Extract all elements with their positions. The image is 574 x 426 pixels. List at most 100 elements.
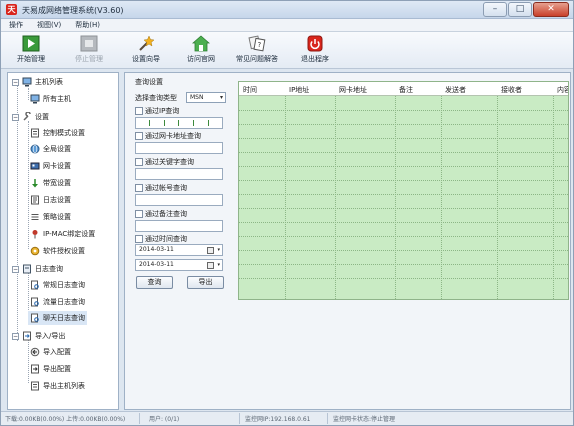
- filter-mac-checkbox[interactable]: 通过网卡地址查询: [135, 131, 201, 141]
- tree-item-traffic-log[interactable]: 流量日志查询: [30, 295, 85, 309]
- tree-item-label: 带宽设置: [43, 179, 71, 187]
- tree-item-nic-settings[interactable]: 网卡设置: [30, 159, 71, 173]
- date-from-value: 2014-03-11: [139, 246, 174, 253]
- settings-page-icon: [31, 128, 39, 138]
- setup-wizard-label: 设置向导: [132, 55, 160, 63]
- filter-ip-label: 通过IP查询: [145, 107, 180, 115]
- tree-item-global-settings[interactable]: 全局设置: [30, 142, 71, 156]
- tree-group-settings[interactable]: − 设置: [12, 110, 49, 124]
- account-input[interactable]: [135, 194, 223, 206]
- collapse-toggle[interactable]: −: [12, 78, 19, 86]
- tree-item-export-config[interactable]: 导出配置: [30, 362, 71, 376]
- tree-item-license-settings[interactable]: 软件授权设置: [30, 244, 85, 258]
- collapse-toggle[interactable]: −: [12, 113, 19, 121]
- tree-item-log-settings[interactable]: 日志设置: [30, 193, 71, 207]
- tree-item-export-host-list[interactable]: 导出主机列表: [30, 379, 85, 393]
- keyword-input[interactable]: [135, 168, 223, 180]
- svg-text:?: ?: [258, 41, 262, 49]
- tree-group-log-query[interactable]: − 日志查询: [12, 262, 63, 276]
- column-header-content[interactable]: 内容: [557, 85, 568, 95]
- tree-item-label: 导入配置: [43, 348, 71, 356]
- checkbox-box[interactable]: [135, 235, 143, 243]
- ip-address-input[interactable]: [135, 117, 223, 129]
- grid-row-divider: [239, 222, 568, 223]
- tree-item-label: 导出主机列表: [43, 382, 85, 390]
- column-header-time[interactable]: 时间: [243, 85, 257, 95]
- column-header-sender[interactable]: 发送者: [445, 85, 466, 95]
- status-users: 用户: (0/1): [149, 416, 180, 423]
- tree-item-label: 常规日志查询: [43, 281, 85, 289]
- note-input[interactable]: [135, 220, 223, 232]
- menu-view[interactable]: 视图(V): [37, 20, 61, 30]
- setup-wizard-button[interactable]: 设置向导: [118, 35, 174, 67]
- start-manage-button[interactable]: 开始管理: [3, 35, 59, 67]
- date-to-value: 2014-03-11: [139, 261, 174, 268]
- status-traffic: 下载:0.00KB(0.00%) 上传:0.00KB(0.00%): [5, 416, 126, 423]
- mac-address-input[interactable]: [135, 142, 223, 154]
- filter-time-checkbox[interactable]: 通过时间查询: [135, 234, 187, 244]
- chevron-down-icon: ▾: [219, 94, 223, 101]
- column-header-receiver[interactable]: 接收者: [501, 85, 522, 95]
- exit-button[interactable]: 退出程序: [287, 35, 343, 67]
- checkbox-box[interactable]: [135, 158, 143, 166]
- tree-item-control-mode[interactable]: 控制模式设置: [30, 126, 85, 140]
- stop-manage-button[interactable]: 停止管理: [61, 35, 117, 67]
- close-button[interactable]: ✕: [533, 2, 569, 17]
- calendar-icon[interactable]: [207, 262, 214, 269]
- query-button[interactable]: 查询: [136, 276, 173, 289]
- faq-label: 常见问题解答: [236, 55, 278, 63]
- visit-website-button[interactable]: 访问官网: [173, 35, 229, 67]
- filter-keyword-label: 通过关键字查询: [145, 158, 194, 166]
- minimize-button[interactable]: –: [483, 2, 507, 17]
- tree-item-label: 控制模式设置: [43, 129, 85, 137]
- collapse-toggle[interactable]: −: [12, 332, 19, 340]
- column-header-note[interactable]: 备注: [399, 85, 413, 95]
- export-icon: [31, 364, 39, 374]
- chat-log-icon: [31, 313, 39, 323]
- grid-row-divider: [239, 110, 568, 111]
- tree-item-ip-mac-binding[interactable]: IP-MAC绑定设置: [30, 227, 95, 241]
- export-button[interactable]: 导出: [187, 276, 224, 289]
- grid-row-divider: [239, 152, 568, 153]
- filter-note-checkbox[interactable]: 通过备注查询: [135, 209, 187, 219]
- tree-item-bandwidth-settings[interactable]: 带宽设置: [30, 176, 71, 190]
- tree-group-import-export[interactable]: − 导入/导出: [12, 329, 65, 343]
- calendar-icon[interactable]: [207, 247, 214, 254]
- grid-column-divider: [497, 96, 498, 299]
- query-type-select[interactable]: MSN ▾: [186, 92, 226, 103]
- filter-keyword-checkbox[interactable]: 通过关键字查询: [135, 157, 194, 167]
- tree-item-label: 流量日志查询: [43, 298, 85, 306]
- date-from-picker[interactable]: 2014-03-11 ▾: [135, 244, 223, 256]
- grid-column-divider: [395, 96, 396, 299]
- tree-group-host-list[interactable]: − 主机列表: [12, 75, 63, 89]
- tree-item-chat-log-selected[interactable]: 聊天日志查询: [28, 311, 87, 325]
- column-header-mac[interactable]: 网卡地址: [339, 85, 367, 95]
- ip-separator: [178, 120, 180, 126]
- filter-ip-checkbox[interactable]: 通过IP查询: [135, 106, 179, 116]
- chevron-down-icon[interactable]: ▾: [217, 260, 220, 270]
- date-to-picker[interactable]: 2014-03-11 ▾: [135, 259, 223, 271]
- tree-item-policy-settings[interactable]: 策略设置: [30, 210, 71, 224]
- collapse-toggle[interactable]: −: [12, 265, 19, 273]
- faq-button[interactable]: ? 常见问题解答: [229, 35, 285, 67]
- import-export-icon: [23, 331, 31, 341]
- tree-item-all-hosts[interactable]: 所有主机: [30, 92, 71, 106]
- ip-separator: [208, 120, 210, 126]
- menu-operate[interactable]: 操作: [9, 20, 23, 30]
- filter-account-checkbox[interactable]: 通过帐号查询: [135, 183, 187, 193]
- checkbox-box[interactable]: [135, 184, 143, 192]
- tree-item-import-config[interactable]: 导入配置: [30, 345, 71, 359]
- log-search-icon: [31, 280, 39, 290]
- toolbar: 开始管理 停止管理 设置向导 访问官网 ? 常见问题解答 退出程序: [1, 32, 573, 69]
- checkbox-box[interactable]: [135, 107, 143, 115]
- computer-icon: [30, 94, 40, 104]
- chevron-down-icon[interactable]: ▾: [217, 245, 220, 255]
- checkbox-box[interactable]: [135, 132, 143, 140]
- results-grid[interactable]: 时间 IP地址 网卡地址 备注 发送者 接收者 内容: [238, 81, 569, 300]
- tree-connector: [28, 340, 29, 383]
- menu-help[interactable]: 帮助(H): [75, 20, 100, 30]
- checkbox-box[interactable]: [135, 210, 143, 218]
- tree-item-general-log[interactable]: 常规日志查询: [30, 278, 85, 292]
- column-header-ip[interactable]: IP地址: [289, 85, 309, 95]
- maximize-button[interactable]: □: [508, 2, 532, 17]
